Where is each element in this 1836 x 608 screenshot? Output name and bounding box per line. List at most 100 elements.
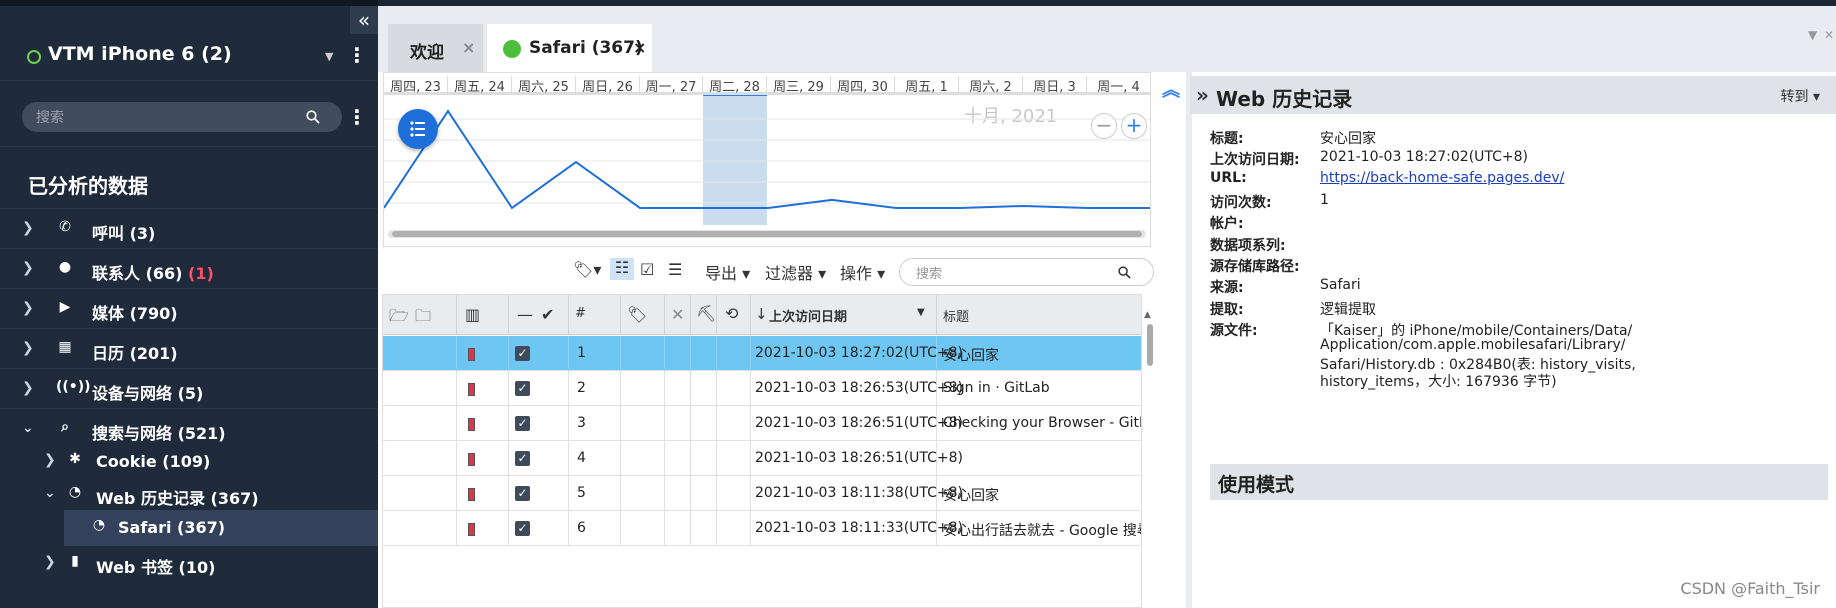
sidebar-item-contacts[interactable]: ❯ ● 联系人 (66) (1) (0, 252, 378, 288)
field-label: 帐户: (1210, 216, 1244, 232)
table-row[interactable]: ✓ 6 2021-10-03 18:11:33(UTC+8) 安心出行話去就去 - G… (383, 511, 1141, 546)
sidebar-item-label: 搜索与网络 (521) (92, 424, 226, 443)
search-menu-icon[interactable]: ⋮ (347, 106, 367, 128)
row-checkbox[interactable]: ✓ (515, 451, 530, 466)
window-close-icon[interactable]: ✕ (1824, 28, 1834, 42)
table-row[interactable]: ✓ 2 2021-10-03 18:26:53(UTC+8) Sign in · Gi… (383, 371, 1141, 406)
sidebar: « VTM iPhone 6 (2) ▼ ⋮ ⋮ 已分析的数据 ❯ ✆ 呼叫 (… (0, 0, 378, 608)
tab-label: Safari (367) (529, 38, 643, 58)
tag-filter-button[interactable]: 🏷▾ (573, 260, 601, 279)
timeline-scrollbar[interactable] (388, 230, 1146, 238)
tab-welcome[interactable]: 欢迎 × (388, 24, 483, 72)
detail-divider[interactable] (1186, 72, 1192, 608)
view-detail-icon[interactable]: ☷ (610, 258, 634, 280)
view-list-icon[interactable]: ☰ (668, 260, 682, 279)
device-menu-icon[interactable]: ⋮ (347, 44, 367, 66)
delete-column-header[interactable]: ✕ (665, 295, 691, 335)
chevron-right-icon[interactable]: ❯ (22, 300, 34, 316)
grid-search-input[interactable] (916, 264, 1106, 282)
actions-button[interactable]: 操作 ▾ (840, 260, 885, 284)
bookmark-column-header[interactable]: ▥ (457, 295, 509, 335)
actions-label: 操作 (840, 264, 873, 283)
sidebar-item-calls[interactable]: ❯ ✆ 呼叫 (3) (0, 212, 378, 248)
filter-dropdown-icon[interactable]: ▼ (917, 307, 925, 318)
chevron-right-icon[interactable]: ❯ (22, 220, 34, 236)
sidebar-item-safari[interactable]: ◔ Safari (367) (64, 510, 378, 546)
table-cell (383, 336, 457, 371)
grid-scrollbar[interactable]: ▲ (1144, 310, 1154, 410)
row-checkbox[interactable]: ✓ (515, 346, 530, 361)
close-icon[interactable]: × (633, 38, 646, 57)
carve-column-header[interactable]: ⛏ (691, 295, 717, 335)
view-check-icon[interactable]: ☑ (640, 260, 654, 279)
sidebar-item-cookie[interactable]: ❯ ✱ Cookie (109) (0, 444, 378, 480)
number-column-header[interactable]: # (569, 295, 621, 335)
table-row[interactable]: ✓ 1 2021-10-03 18:27:02(UTC+8) 安心回家 (383, 336, 1141, 371)
table-row[interactable]: ✓ 5 2021-10-03 18:11:38(UTC+8) 安心回家 (383, 476, 1141, 511)
zoom-in-button[interactable]: + (1121, 113, 1147, 139)
check-icon: ✔ (541, 305, 555, 324)
sidebar-search-input[interactable] (36, 107, 296, 127)
zoom-out-button[interactable]: − (1091, 113, 1117, 139)
search-icon[interactable] (306, 110, 320, 124)
folder-column-header[interactable]: 🗁 🗀 (383, 295, 457, 335)
chevron-right-icon[interactable]: ❯ (22, 380, 34, 396)
field-label: 标题: (1210, 131, 1244, 147)
sidebar-search (22, 102, 342, 132)
bookmark-flag-icon[interactable] (468, 488, 475, 501)
section-title: 已分析的数据 (28, 174, 148, 198)
date-column-header[interactable]: ↓ 上次访问日期 ▼ (751, 295, 937, 335)
check-column-header[interactable]: — ✔ (509, 295, 569, 335)
table-cell (665, 371, 691, 406)
sidebar-item-calendar[interactable]: ❯ ▦ 日历 (201) (0, 332, 378, 368)
bookmark-flag-icon[interactable] (468, 383, 475, 396)
bookmark-flag-icon[interactable] (468, 348, 475, 361)
tab-safari[interactable]: Safari (367) × (487, 24, 652, 72)
goto-button[interactable]: 转到 ▾ (1781, 86, 1820, 106)
chevron-right-icon[interactable]: ❯ (44, 452, 56, 468)
chevron-down-icon[interactable]: ⌄ (22, 420, 34, 436)
device-dropdown-icon[interactable]: ▼ (325, 50, 333, 63)
expand-chevron-icon[interactable]: ︽ (1162, 76, 1180, 102)
chevron-right-icon[interactable]: ❯ (44, 554, 56, 570)
sidebar-item-web-bookmarks[interactable]: ❯ ▮ Web 书签 (10) (0, 546, 378, 582)
bookmark-flag-icon[interactable] (468, 453, 475, 466)
url-link[interactable]: https://back-home-safe.pages.dev/ (1320, 170, 1564, 186)
scroll-up-icon[interactable]: ▲ (1144, 310, 1151, 320)
sidebar-item-label: Safari (367) (118, 518, 226, 537)
number-column-label: # (575, 306, 586, 321)
row-number: 6 (577, 520, 586, 536)
scrollbar-thumb[interactable] (1147, 324, 1153, 366)
chevron-right-icon[interactable]: ❯ (22, 340, 34, 356)
table-row[interactable]: ✓ 4 2021-10-03 18:26:51(UTC+8) (383, 441, 1141, 476)
sidebar-item-web-history[interactable]: ⌄ ◔ Web 历史记录 (367) (0, 477, 378, 513)
sidebar-item-media[interactable]: ❯ ▶ 媒体 (790) (0, 292, 378, 328)
chevron-right-icon[interactable]: ❯ (22, 260, 34, 276)
double-chevron-right-icon[interactable]: » (1196, 83, 1209, 107)
scrollbar-thumb[interactable] (392, 231, 1142, 237)
timeline-list-button[interactable] (398, 109, 438, 149)
device-title[interactable]: VTM iPhone 6 (2) (48, 43, 232, 65)
export-button[interactable]: 导出 ▾ (705, 260, 750, 284)
sidebar-item-search-web[interactable]: ⌄ ⌕ 搜索与网络 (521) (0, 412, 378, 448)
tag-column-header[interactable]: 🏷 (621, 295, 665, 335)
sidebar-item-devices-network[interactable]: ❯ ((•)) 设备与网络 (5) (0, 372, 378, 408)
tag-icon: 🏷 (627, 305, 648, 324)
row-checkbox[interactable]: ✓ (515, 416, 530, 431)
row-checkbox[interactable]: ✓ (515, 486, 530, 501)
collapse-sidebar-button[interactable]: « (350, 6, 378, 34)
search-icon[interactable] (1118, 266, 1131, 279)
recover-column-header[interactable]: ⟲ (717, 295, 751, 335)
bookmark-flag-icon[interactable] (468, 418, 475, 431)
bookmark-flag-icon[interactable] (468, 523, 475, 536)
divider (0, 146, 378, 147)
tab-list-icon[interactable]: ▼ (1808, 28, 1817, 42)
table-cell (691, 511, 717, 546)
filter-button[interactable]: 过滤器 ▾ (765, 260, 826, 284)
row-checkbox[interactable]: ✓ (515, 381, 530, 396)
title-column-header[interactable]: 标题 (937, 295, 1141, 335)
close-icon[interactable]: × (462, 38, 475, 57)
chevron-down-icon[interactable]: ⌄ (44, 485, 56, 501)
row-checkbox[interactable]: ✓ (515, 521, 530, 536)
table-row[interactable]: ✓ 3 2021-10-03 18:26:51(UTC+8) Checking you… (383, 406, 1141, 441)
